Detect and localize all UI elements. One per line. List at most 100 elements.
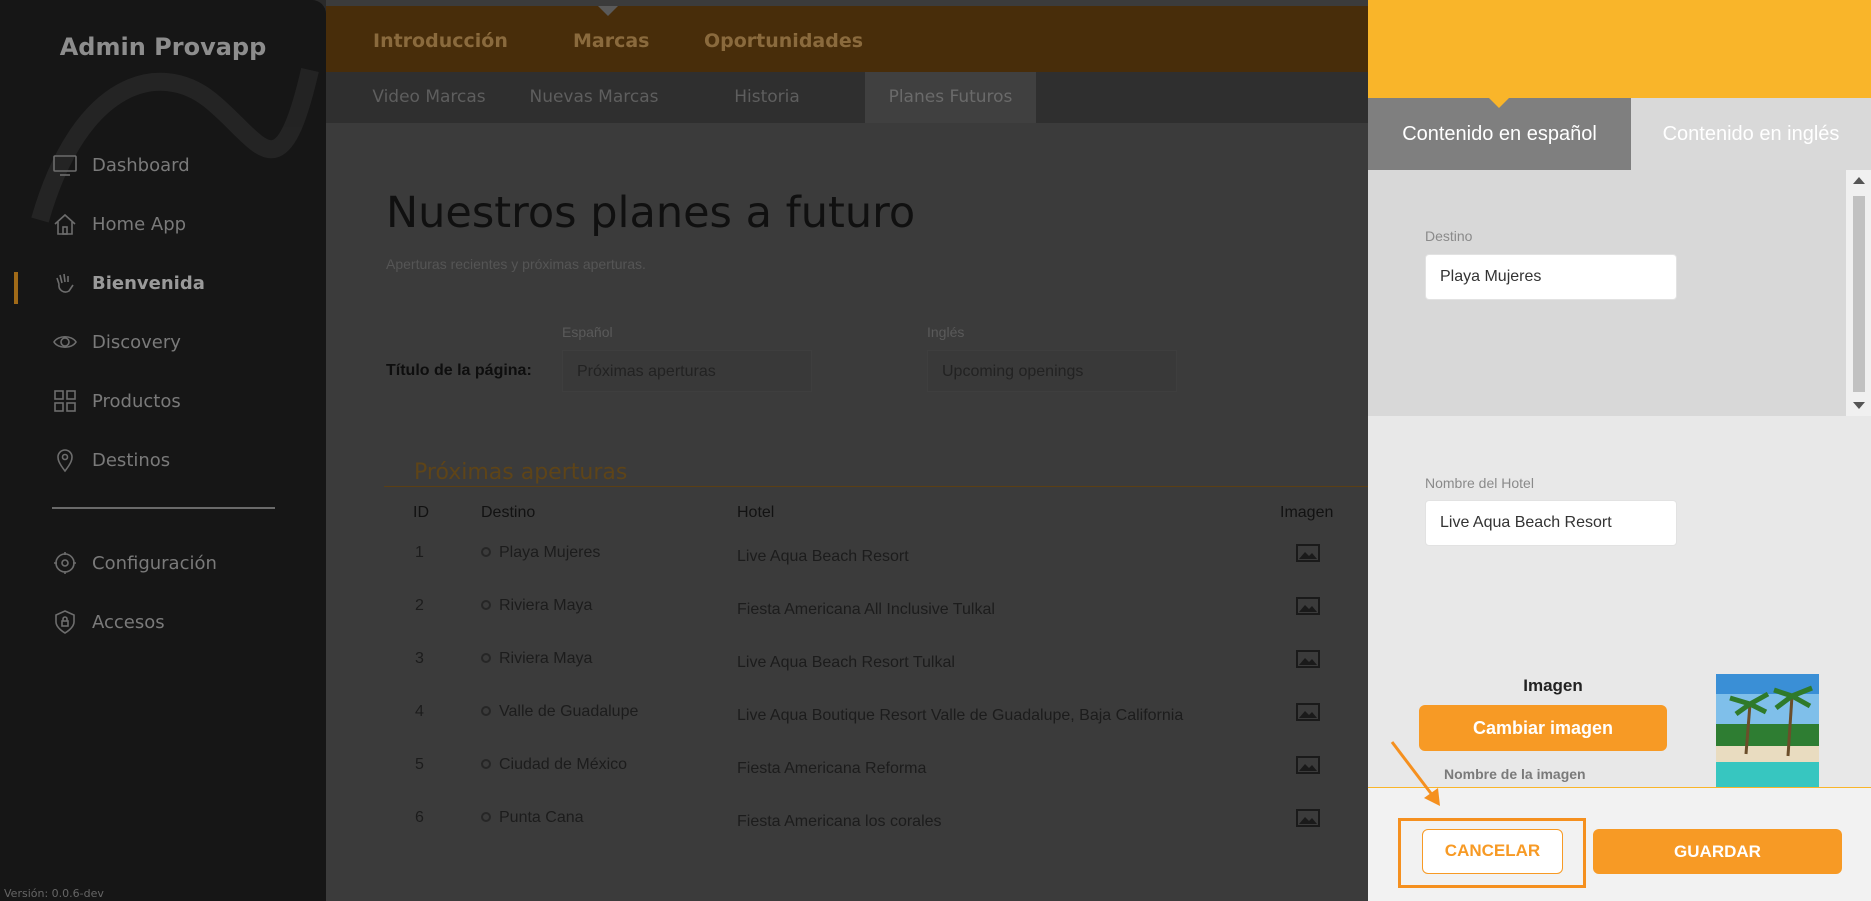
row-id: 4 [415, 703, 424, 720]
scroll-up-icon[interactable] [1853, 177, 1865, 184]
sidebar-item-home-app[interactable]: Home App [52, 211, 186, 237]
radio-icon [481, 811, 491, 822]
sidebar-item-dashboard[interactable]: Dashboard [52, 152, 190, 178]
sidebar-item-destinos[interactable]: Destinos [52, 447, 170, 473]
table-header-hotel: Hotel [737, 504, 775, 521]
tab-contenido-espanol[interactable]: Contenido en español [1368, 98, 1631, 170]
row-hotel: Fiesta Americana los corales [737, 813, 942, 830]
table-header-id: ID [413, 504, 429, 521]
destino-label: Destino [1425, 228, 1473, 244]
image-icon[interactable] [1296, 809, 1320, 827]
row-id: 5 [415, 756, 424, 773]
row-id: 2 [415, 597, 424, 614]
sidebar-item-label: Productos [92, 390, 181, 412]
wave-hand-icon [56, 273, 74, 293]
radio-icon [481, 758, 491, 769]
hotel-label: Nombre del Hotel [1425, 475, 1534, 491]
sidebar-item-label: Home App [92, 213, 187, 235]
image-icon[interactable] [1296, 544, 1320, 562]
sidebar-item-label: Dashboard [92, 154, 190, 176]
sidebar-item-discovery[interactable]: Discovery [52, 329, 181, 355]
version-text: Versión: 0.0.6-dev [4, 887, 104, 900]
subnav-nuevas-marcas[interactable]: Nuevas Marcas [519, 72, 669, 123]
radio-icon [481, 705, 491, 716]
subnav-video-marcas[interactable]: Video Marcas [354, 72, 504, 123]
image-icon[interactable] [1296, 650, 1320, 668]
image-icon[interactable] [1296, 703, 1320, 721]
section-title: Próximas aperturas [414, 460, 628, 485]
row-destino: Punta Cana [481, 809, 584, 827]
radio-icon [481, 546, 491, 557]
row-id: 3 [415, 650, 424, 667]
save-button[interactable]: GUARDAR [1593, 829, 1842, 874]
spanish-label: Español [562, 324, 613, 340]
title-es-input[interactable]: Próximas aperturas [562, 350, 812, 392]
row-id: 6 [415, 809, 424, 826]
gear-icon [54, 552, 76, 574]
row-id: 1 [415, 544, 424, 561]
sidebar-item-label: Configuración [92, 552, 217, 574]
title-en-input[interactable]: Upcoming openings [927, 350, 1177, 392]
sidebar-item-accesos[interactable]: Accesos [52, 609, 165, 635]
destino-input[interactable]: Playa Mujeres [1425, 254, 1677, 300]
grid-icon [54, 390, 76, 412]
home-icon [54, 213, 76, 235]
page-title: Nuestros planes a futuro [386, 188, 916, 238]
sidebar-item-configuracion[interactable]: Configuración [52, 550, 217, 576]
row-destino: Valle de Guadalupe [481, 703, 638, 721]
radio-icon [481, 599, 491, 610]
main-content: Introducción Marcas Oportunidades Video … [326, 0, 1368, 901]
tab-active-indicator [1489, 98, 1509, 108]
scroll-down-icon[interactable] [1853, 402, 1865, 409]
table-header-imagen: Imagen [1280, 504, 1334, 521]
logo-watermark [31, 67, 319, 223]
row-destino: Riviera Maya [481, 597, 592, 615]
sidebar: Admin Provapp Dashboard Home App Bienven… [0, 0, 326, 901]
active-indicator [14, 272, 18, 304]
row-hotel: Fiesta Americana Reforma [737, 760, 927, 777]
tab-contenido-ingles[interactable]: Contenido en inglés [1631, 98, 1871, 170]
row-hotel: Live Aqua Beach Resort Tulkal [737, 654, 955, 671]
row-destino: Riviera Maya [481, 650, 592, 668]
topnav-marcas[interactable]: Marcas [573, 30, 650, 52]
annotation-arrow-icon [1390, 741, 1440, 806]
table-header-destino: Destino [481, 504, 536, 521]
shield-lock-icon [55, 610, 75, 634]
sidebar-item-label: Accesos [92, 611, 165, 633]
image-heading: Imagen [1523, 676, 1583, 695]
topnav-oportunidades[interactable]: Oportunidades [704, 30, 863, 52]
top-navigation: Introducción Marcas Oportunidades [326, 6, 1368, 72]
subnav-planes-futuros[interactable]: Planes Futuros [865, 72, 1036, 123]
row-hotel: Fiesta Americana All Inclusive Tulkal [737, 601, 995, 618]
image-icon[interactable] [1296, 597, 1320, 615]
subnav-historia[interactable]: Historia [692, 72, 842, 123]
sidebar-item-bienvenida[interactable]: Bienvenida [52, 270, 205, 296]
map-pin-icon [57, 449, 73, 473]
scrollbar[interactable] [1846, 170, 1871, 416]
row-hotel: Live Aqua Beach Resort [737, 548, 909, 565]
sidebar-item-productos[interactable]: Productos [52, 388, 181, 414]
image-icon[interactable] [1296, 756, 1320, 774]
app-title: Admin Provapp [59, 33, 267, 61]
sidebar-item-label: Bienvenida [92, 272, 205, 294]
row-destino: Ciudad de México [481, 756, 627, 774]
section-divider [384, 486, 1368, 487]
topnav-introduccion[interactable]: Introducción [373, 30, 508, 52]
english-label: Inglés [927, 324, 965, 340]
page-title-label: Título de la página: [386, 362, 532, 379]
hotel-name-input[interactable]: Live Aqua Beach Resort [1425, 500, 1677, 546]
row-destino: Playa Mujeres [481, 544, 600, 562]
page-subtitle: Aperturas recientes y próximas aperturas… [386, 256, 646, 272]
scrollbar-thumb[interactable] [1853, 196, 1865, 392]
image-name-label: Nombre de la imagen [1444, 766, 1586, 782]
cancel-button[interactable]: CANCELAR [1422, 829, 1563, 874]
sub-navigation: Video Marcas Nuevas Marcas Historia Plan… [326, 72, 1368, 123]
eye-icon [53, 335, 77, 349]
sidebar-divider [52, 507, 275, 509]
hotel-image-thumbnail [1716, 674, 1819, 788]
panel-header [1368, 0, 1871, 98]
sidebar-item-label: Discovery [92, 331, 181, 353]
monitor-icon [53, 155, 77, 176]
radio-icon [481, 652, 491, 663]
sidebar-item-label: Destinos [92, 449, 171, 471]
